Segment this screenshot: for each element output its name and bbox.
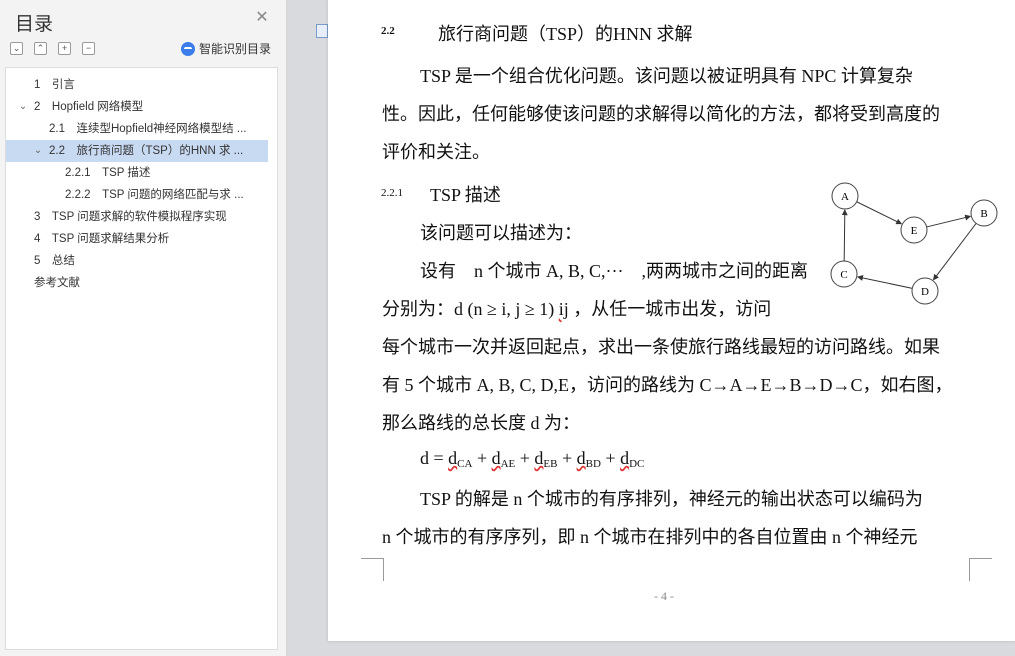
expand-plus-icon[interactable]: + xyxy=(58,42,71,55)
paragraph-line: TSP 的解是 n 个城市的有序排列，神经元的输出状态可以编码为 xyxy=(420,489,923,509)
formula-subscript: EB xyxy=(543,458,558,470)
paragraph-line: 评价和关注。 xyxy=(382,142,490,162)
toc-item-label: 4 TSP 问题求解结果分析 xyxy=(34,233,170,245)
city-label: A xyxy=(841,191,849,203)
paragraph-line: 该问题可以描述为： xyxy=(420,223,582,243)
toc-item-label: 3 TSP 问题求解的软件模拟程序实现 xyxy=(34,211,227,223)
chevron-down-icon[interactable]: ⌄ xyxy=(18,96,28,118)
paragraph-line: 性。因此，任何能够使该问题的求解得以简化的方法，都将受到高度的 xyxy=(382,104,940,124)
toc-item-label: 参考文献 xyxy=(34,277,80,289)
formula-term: dDC xyxy=(620,448,645,470)
route-edge xyxy=(926,214,972,228)
city-label: E xyxy=(911,225,918,237)
smart-toc-label: 智能识别目录 xyxy=(199,42,272,56)
city-label: B xyxy=(980,208,987,220)
toc-item[interactable]: 4 TSP 问题求解结果分析 xyxy=(6,228,268,250)
paragraph-line: n 个城市的有序序列，即 n 个城市在排列中的各自位置由 n 个神经元 xyxy=(382,527,918,547)
formula-subscript: AE xyxy=(500,458,516,470)
collapse-up-icon[interactable]: ⌃ xyxy=(34,42,47,55)
formula-subscript: CA xyxy=(457,458,473,470)
document-icon[interactable] xyxy=(316,24,328,38)
toc-item[interactable]: 2.2.2 TSP 问题的网络匹配与求 ... xyxy=(6,184,268,206)
toc-item-label: 2 Hopfield 网络模型 xyxy=(34,101,144,113)
toc-list: 1 引言 ⌄ 2 Hopfield 网络模型 2.1 连续型Hopfield神经网络模… xyxy=(5,67,278,650)
smart-toc-icon xyxy=(181,41,195,56)
toc-item[interactable]: 3 TSP 问题求解的软件模拟程序实现 xyxy=(6,206,268,228)
formula-plus: + xyxy=(557,448,577,468)
formula-term: dAE xyxy=(491,448,516,470)
paragraph-line: 有 5 个城市 A, B, C, D,E，访问的路线为 C→A→E→B→D→C，… xyxy=(382,375,953,395)
paragraph-line: 设有 n 个城市 A, B, C,··· ,两两城市之间的距离 xyxy=(420,261,808,281)
subsection-title: TSP 描述 xyxy=(430,185,501,205)
toc-item-label: 2.2.1 TSP 描述 xyxy=(65,167,151,179)
route-edge xyxy=(932,223,977,281)
formula-var: d xyxy=(491,448,501,468)
toc-item-label: 1 引言 xyxy=(34,79,75,91)
toc-item[interactable]: ⌄ 2 Hopfield 网络模型 xyxy=(6,96,268,118)
page-number: - 4 - xyxy=(654,589,674,603)
toc-item[interactable]: 参考文献 xyxy=(6,272,268,294)
city-label: D xyxy=(921,286,929,298)
toc-sidebar: 目录 ✕ ⌄ ⌃ + − 智能识别目录 1 引言 ⌄ 2 Hopfield 网络模型… xyxy=(0,0,287,656)
paragraph-line: TSP 是一个组合优化问题。该问题以被证明具有 NPC 计算复杂 xyxy=(420,66,913,86)
toc-item[interactable]: ⌄ 2.2 旅行商问题（TSP）的HNN 求 ... xyxy=(6,140,268,162)
tsp-route-diagram: A E B D C xyxy=(830,182,998,305)
formula-subscript: DC xyxy=(629,458,645,470)
toc-item-label: 2.2.2 TSP 问题的网络匹配与求 ... xyxy=(65,189,244,201)
text-run: ，从任一城市出发，访问 xyxy=(568,299,772,319)
toc-item[interactable]: 5 总结 xyxy=(6,250,268,272)
route-edge xyxy=(841,209,848,262)
route-edge xyxy=(856,201,903,225)
paragraph-line: 分别为：d (n ≥ i, j ≥ 1) ij ，从任一城市出发，访问 xyxy=(382,295,771,321)
text-run: ij xyxy=(558,299,569,319)
section-number: 2.2 xyxy=(381,25,395,37)
collapse-minus-icon[interactable]: − xyxy=(82,42,95,55)
text-run: 分别为：d (n ≥ i, j ≥ 1) xyxy=(382,299,559,319)
paragraph-line: 那么路线的总长度 d 为： xyxy=(382,413,580,433)
formula-var: d xyxy=(448,448,458,468)
toc-item-label: 5 总结 xyxy=(34,255,75,267)
city-label: C xyxy=(840,269,847,281)
distance-formula: d = dCA + dAE + dEB + dBD + dDC xyxy=(420,448,644,470)
crop-mark xyxy=(969,558,992,581)
subsection-number: 2.2.1 xyxy=(381,187,403,199)
toc-item-label: 2.1 连续型Hopfield神经网络模型结 ... xyxy=(49,123,247,135)
chevron-down-icon[interactable]: ⌄ xyxy=(33,140,43,162)
toc-item[interactable]: 2.1 连续型Hopfield神经网络模型结 ... xyxy=(6,118,268,140)
formula-term: dCA xyxy=(448,448,473,470)
collapse-down-icon[interactable]: ⌄ xyxy=(10,42,23,55)
toc-item[interactable]: 1 引言 xyxy=(6,74,268,96)
formula-var: d xyxy=(576,448,586,468)
toc-item[interactable]: 2.2.1 TSP 描述 xyxy=(6,162,268,184)
crop-mark xyxy=(361,558,384,581)
formula-term: dBD xyxy=(576,448,601,470)
route-edge xyxy=(856,275,913,289)
sidebar-title: 目录 xyxy=(15,14,54,35)
toc-item-label: 2.2 旅行商问题（TSP）的HNN 求 ... xyxy=(49,145,244,157)
document-page[interactable]: 2.2 旅行商问题（TSP）的HNN 求解 TSP 是一个组合优化问题。该问题以… xyxy=(328,0,1015,641)
formula-plus: + xyxy=(600,448,621,468)
section-title: 旅行商问题（TSP）的HNN 求解 xyxy=(438,24,693,44)
close-icon[interactable]: ✕ xyxy=(254,10,270,26)
formula-term: dEB xyxy=(534,448,558,470)
formula-lhs: d = xyxy=(420,448,449,468)
smart-toc-button[interactable]: 智能识别目录 xyxy=(181,40,271,57)
formula-subscript: BD xyxy=(585,458,601,470)
paragraph-line: 每个城市一次并返回起点，求出一条使旅行路线最短的访问路线。如果 xyxy=(382,337,940,357)
formula-plus: + xyxy=(472,448,492,468)
formula-var: d xyxy=(620,448,630,468)
formula-plus: + xyxy=(515,448,535,468)
